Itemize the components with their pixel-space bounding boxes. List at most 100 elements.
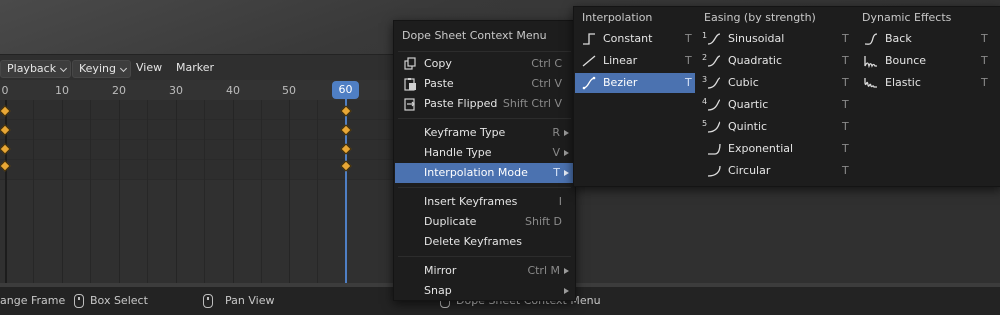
easing-strength-number: 2 <box>702 53 708 62</box>
menu-item-paste[interactable]: Paste Ctrl V <box>395 74 574 94</box>
dopesheet-context-menu: Dope Sheet Context Menu Copy Ctrl C Past… <box>393 20 576 301</box>
tick-label: 30 <box>169 84 183 97</box>
copy-icon <box>404 57 416 70</box>
menu-item-interpolation-mode[interactable]: Interpolation Mode T <box>395 163 574 183</box>
submenu-arrow-icon <box>564 268 569 274</box>
menu-item-shortcut: R <box>552 126 560 139</box>
interp-item-linear[interactable]: Linear T <box>575 51 695 71</box>
tick-label: 40 <box>226 84 240 97</box>
menu-item-copy[interactable]: Copy Ctrl C <box>395 54 574 74</box>
dynamic-item-shortcut: T <box>981 54 988 67</box>
menu-item-paste-flipped[interactable]: Paste Flipped Shift Ctrl V <box>395 94 574 114</box>
dynamic-item-bounce[interactable]: Bounce T <box>857 51 997 71</box>
status-change-frame: ange Frame <box>0 294 66 307</box>
tick-label: 10 <box>55 84 69 97</box>
easing-item-label: Cubic <box>728 76 759 89</box>
dynamic-item-back[interactable]: Back T <box>857 29 997 49</box>
menu-item-delete-keyframes[interactable]: Delete Keyframes <box>395 232 574 252</box>
dynamic-item-shortcut: T <box>981 76 988 89</box>
submenu-arrow-icon <box>564 170 569 176</box>
easing-item-shortcut: T <box>842 98 849 111</box>
easing-item-label: Circular <box>728 164 771 177</box>
menu-item-shortcut: I <box>558 195 562 208</box>
easing-item-cubic[interactable]: 3 Cubic T <box>700 73 855 93</box>
menu-item-label: Mirror <box>424 264 457 277</box>
submenu-arrow-icon <box>564 150 569 156</box>
grid-line <box>62 100 63 286</box>
menu-separator <box>398 187 571 188</box>
easing-item-label: Quartic <box>728 98 769 111</box>
easing-item-label: Quintic <box>728 120 768 133</box>
menu-item-label: Insert Keyframes <box>424 195 518 208</box>
marker-menu[interactable]: Marker <box>172 60 218 76</box>
column-heading-interpolation: Interpolation <box>582 11 653 24</box>
view-menu[interactable]: View <box>132 60 166 76</box>
menu-item-label: Paste <box>424 77 454 90</box>
bezier-curve-icon <box>582 76 596 90</box>
menu-item-label: Paste Flipped <box>424 97 498 110</box>
quintic-curve-icon <box>707 121 721 133</box>
cubic-curve-icon <box>707 77 721 89</box>
menu-item-shortcut: Shift D <box>525 215 562 228</box>
elastic-curve-icon <box>864 78 877 88</box>
menu-item-insert-keyframes[interactable]: Insert Keyframes I <box>395 192 574 212</box>
easing-item-shortcut: T <box>842 164 849 177</box>
tick-label: 0 <box>1 84 9 97</box>
quartic-curve-icon <box>707 99 721 111</box>
grid-line <box>90 100 91 286</box>
keying-dropdown[interactable]: Keying <box>72 60 131 78</box>
grid-line <box>147 100 148 286</box>
status-label: Pan View <box>225 294 275 307</box>
interp-item-bezier[interactable]: Bezier T <box>575 73 695 93</box>
playback-dropdown[interactable]: Playback <box>0 60 72 78</box>
menu-item-duplicate[interactable]: Duplicate Shift D <box>395 212 574 232</box>
easing-item-label: Quadratic <box>728 54 783 67</box>
easing-item-shortcut: T <box>842 142 849 155</box>
menu-separator <box>398 51 571 52</box>
dynamic-item-shortcut: T <box>981 32 988 45</box>
grid-line <box>204 100 205 286</box>
interp-item-constant[interactable]: Constant T <box>575 29 695 49</box>
dynamic-item-label: Bounce <box>885 54 927 67</box>
menu-item-label: Interpolation Mode <box>424 166 528 179</box>
interpolation-submenu: Interpolation Constant T Linear T Bezier… <box>573 6 1000 187</box>
easing-item-circular[interactable]: Circular T <box>700 161 855 181</box>
linear-curve-icon <box>582 55 596 67</box>
bounce-curve-icon <box>864 56 877 68</box>
interp-item-shortcut: T <box>685 76 692 89</box>
paste-icon <box>404 78 416 91</box>
exponential-curve-icon <box>708 143 721 155</box>
mouse-middle-icon <box>74 294 84 308</box>
interp-item-label: Linear <box>603 54 638 67</box>
grid-line <box>261 100 262 286</box>
easing-item-exponential[interactable]: Exponential T <box>700 139 855 159</box>
easing-item-sinusoidal[interactable]: 1 Sinusoidal T <box>700 29 855 49</box>
status-pan-view: Pan View <box>203 293 274 309</box>
interp-item-shortcut: T <box>685 54 692 67</box>
column-heading-dynamic: Dynamic Effects <box>862 11 952 24</box>
tick-label: 50 <box>282 84 296 97</box>
submenu-arrow-icon <box>564 288 569 294</box>
menu-item-label: Keyframe Type <box>424 126 506 139</box>
easing-item-quintic[interactable]: 5 Quintic T <box>700 117 855 137</box>
back-curve-icon <box>864 33 878 45</box>
dynamic-item-elastic[interactable]: Elastic T <box>857 73 997 93</box>
current-frame-badge[interactable]: 60 <box>332 81 359 99</box>
grid-line <box>317 100 318 286</box>
easing-strength-number: 5 <box>702 119 708 128</box>
menu-title: Dope Sheet Context Menu <box>402 29 547 42</box>
grid-line <box>176 100 177 286</box>
menu-item-mirror[interactable]: Mirror Ctrl M <box>395 261 574 281</box>
menu-item-shortcut: Shift Ctrl V <box>502 97 562 110</box>
menu-item-handle-type[interactable]: Handle Type V <box>395 143 574 163</box>
easing-item-quartic[interactable]: 4 Quartic T <box>700 95 855 115</box>
menu-item-label: Snap <box>424 284 452 297</box>
easing-item-label: Exponential <box>728 142 794 155</box>
easing-item-label: Sinusoidal <box>728 32 785 45</box>
paste-flipped-icon <box>404 98 415 111</box>
menu-item-keyframe-type[interactable]: Keyframe Type R <box>395 123 574 143</box>
menu-item-shortcut: T <box>553 166 560 179</box>
menu-item-label: Delete Keyframes <box>424 235 522 248</box>
menu-item-snap[interactable]: Snap <box>395 281 574 301</box>
easing-item-quadratic[interactable]: 2 Quadratic T <box>700 51 855 71</box>
